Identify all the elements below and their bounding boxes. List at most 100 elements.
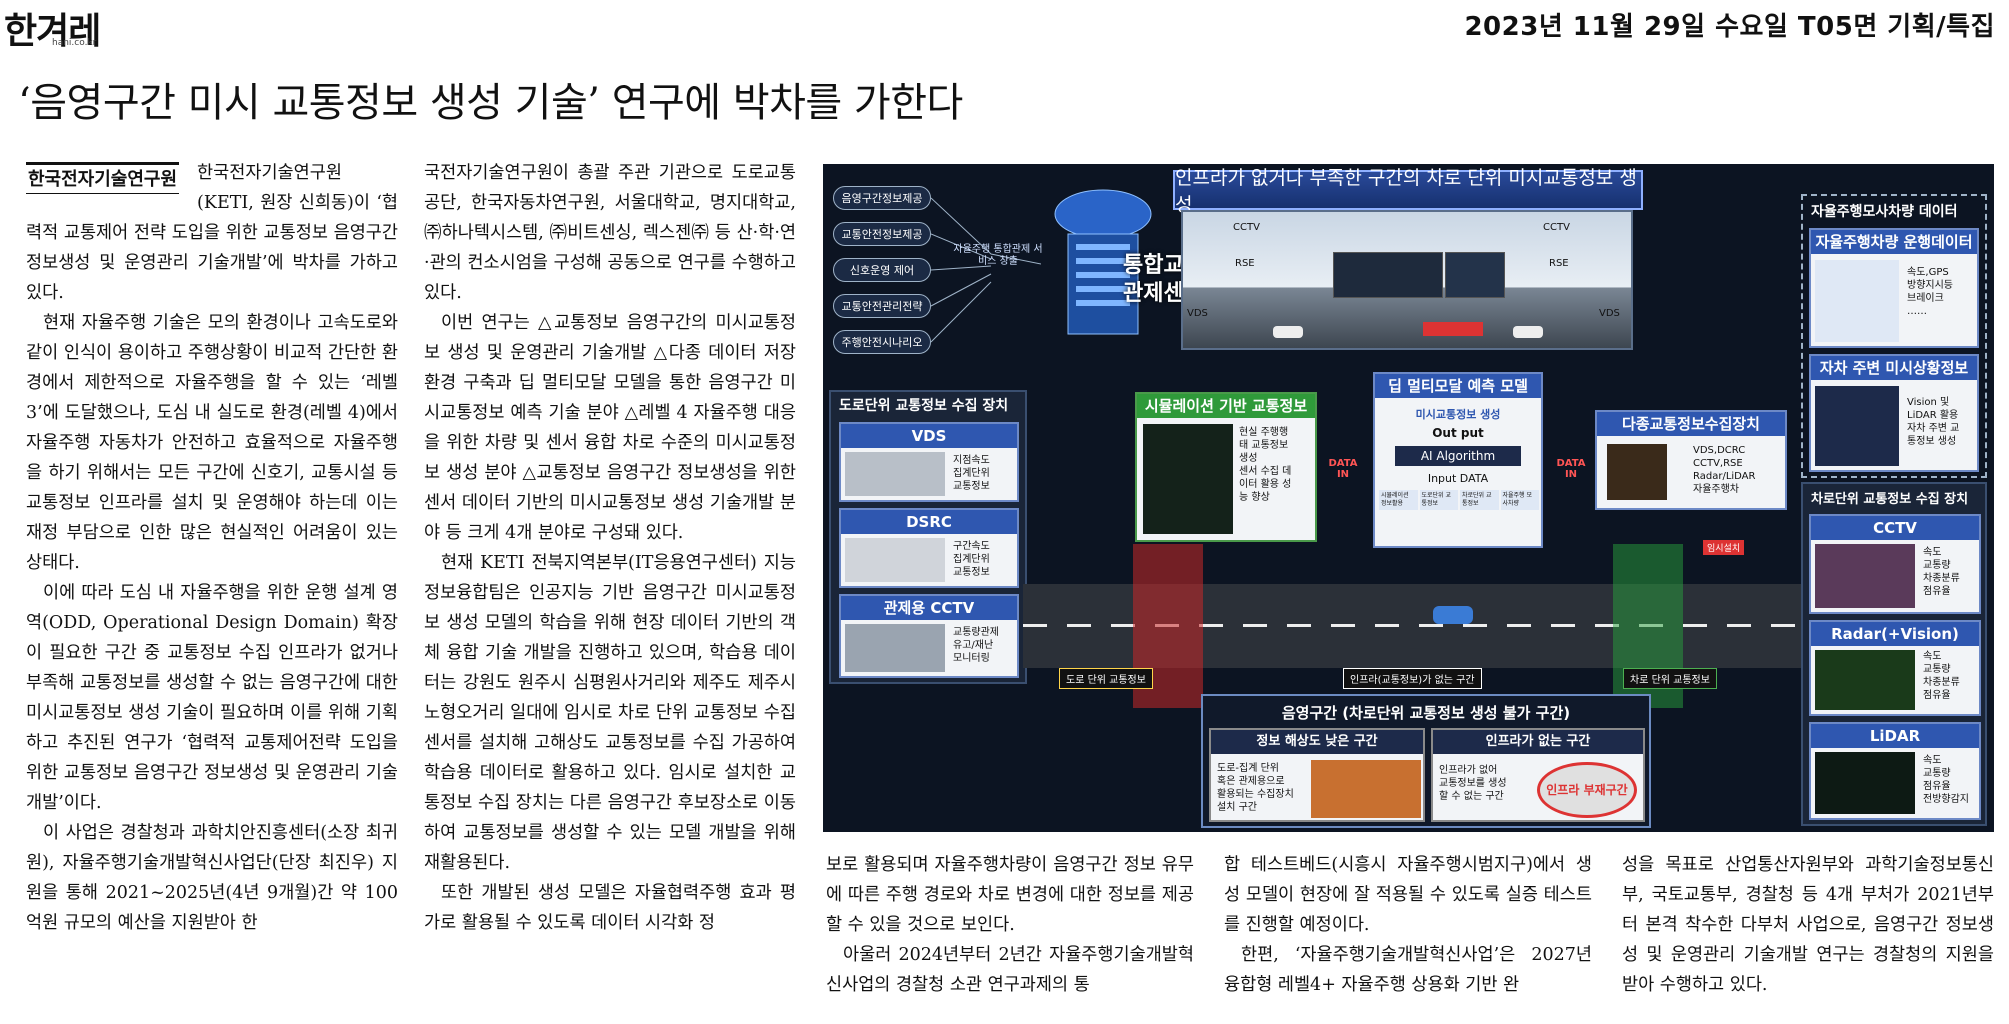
- card-item: 교통량: [1923, 560, 1951, 571]
- card-heading: LiDAR: [1811, 724, 1979, 748]
- service-pill: 주행안전시나리오: [833, 330, 931, 354]
- card-heading: 인프라가 없는 구간: [1433, 730, 1643, 754]
- scene-label: CCTV: [1543, 222, 1570, 233]
- center-overlay-text: 자율주행 통합관제 서비스 창출: [953, 244, 1043, 267]
- card-heading: DSRC: [841, 510, 1017, 534]
- ai-algorithm-box: AI Algorithm: [1395, 446, 1521, 466]
- article-column-4: 합 테스트베드(시흥시 자율주행시범지구)에서 생성 모델이 현장에 잘 적용될…: [1224, 850, 1592, 1000]
- card-heading: VDS: [841, 424, 1017, 448]
- card-lane-lidar: LiDAR 속도 교통량 점유율 전방향감지: [1809, 722, 1981, 820]
- simulation-panel: 시뮬레이션 기반 교통정보 현실 주행행 태 교통정보 생성 센서 수집 데 이…: [1135, 392, 1317, 542]
- autonomous-sim-panel: 자율주행모사차량 데이터 자율주행차량 운행데이터 속도,GPS 방향지시등 브…: [1801, 194, 1987, 478]
- panel-heading: 도로단위 교통정보 수집 장치: [831, 392, 1025, 418]
- article-column-3: 보로 활용되며 자율주행차량이 음영구간 정보 유무에 따른 주행 경로와 차로…: [826, 850, 1194, 1000]
- card-item: 교통량: [1923, 664, 1951, 675]
- card-item: 속도: [1923, 547, 1942, 558]
- card-heading: CCTV: [1811, 516, 1979, 540]
- card-cctv-control: 관제용 CCTV 교통량관제 유고/재난 모니터링: [839, 594, 1019, 678]
- card-item: 교통량관제: [953, 627, 999, 638]
- deep-input-item: 자율주행 모사차량: [1500, 490, 1539, 510]
- card-item: 도로-집계 단위: [1217, 763, 1279, 774]
- card-item: 교통정보를 생성: [1439, 778, 1507, 789]
- card-item: 통정보 생성: [1907, 436, 1957, 447]
- video-feed-image: [1333, 252, 1443, 298]
- lane-unit-panel: 차로단위 교통정보 수집 장치 CCTV 속도 교통량 차종분류 점유율 Rad…: [1801, 482, 1987, 826]
- scene-label: RSE: [1235, 258, 1255, 269]
- service-pill: 교통안전정보제공: [833, 222, 931, 246]
- card-autonomous-data: 자율주행차량 운행데이터 속도,GPS 방향지시등 브레이크 ……: [1809, 228, 1979, 348]
- paragraph: 보로 활용되며 자율주행차량이 음영구간 정보 유무에 따른 주행 경로와 차로…: [826, 855, 1194, 935]
- deep-input-item: 시뮬레이션 정보활용: [1379, 490, 1418, 510]
- car-icon: [1273, 326, 1303, 338]
- paragraph: 현재 KETI 전북지역본부(IT응용연구센터) 지능정보융합팀은 인공지능 기…: [424, 553, 796, 873]
- card-item: 이터 활용 성: [1239, 479, 1292, 490]
- card-heading: 시뮬레이션 기반 교통정보: [1137, 394, 1315, 418]
- road-unit-panel: 도로단위 교통정보 수집 장치 VDS 지점속도 집계단위 교통정보 DSRC …: [829, 390, 1027, 684]
- deep-input: Input DATA: [1427, 472, 1489, 485]
- device-photo: [1607, 444, 1667, 500]
- card-item: 설치 구간: [1217, 802, 1257, 813]
- card-dsrc: DSRC 구간속도 집계단위 교통정보: [839, 508, 1019, 588]
- card-item: 방향지시등: [1907, 280, 1953, 291]
- dateline: 2023년 11월 29일 수요일 T05면 기획/특집: [1464, 12, 1995, 42]
- card-item: 속도: [1923, 755, 1942, 766]
- card-item: 지점속도: [953, 455, 990, 466]
- scene-label: VDS: [1187, 308, 1208, 319]
- card-item: 브레이크: [1907, 293, 1944, 304]
- paragraph: 합 테스트베드(시흥시 자율주행시범지구)에서 생성 모델이 현장에 잘 적용될…: [1224, 855, 1592, 935]
- paragraph: 또한 개발된 생성 모델은 자율협력주행 효과 평가로 활용될 수 있도록 데이…: [424, 883, 796, 933]
- card-item: 능 향상: [1239, 492, 1270, 503]
- card-item: 점유율: [1923, 586, 1951, 597]
- card-item: 센서 수집 데: [1239, 466, 1292, 477]
- card-item: 자율주행차: [1693, 484, 1739, 495]
- road-strip: [1023, 544, 1801, 708]
- card-item: 집계단위: [953, 554, 990, 565]
- card-item: 차종분류: [1923, 573, 1960, 584]
- deep-output: Out put: [1432, 426, 1484, 440]
- cctv-photo: [1815, 544, 1915, 608]
- card-item: 속도,GPS: [1907, 267, 1949, 278]
- card-item: 현실 주행행: [1239, 427, 1289, 438]
- data-screen-image: [1815, 260, 1899, 342]
- card-item: 자차 주변 교: [1907, 423, 1960, 434]
- panel-heading: 자율주행모사차량 데이터: [1811, 204, 1958, 220]
- paragraph: 국전자기술연구원이 총괄 주관 기관으로 도로교통공단, 한국자동차연구원, 서…: [424, 163, 796, 303]
- card-heading: 딥 멀티모달 예측 모델: [1375, 374, 1541, 398]
- car-icon: [1433, 606, 1473, 624]
- no-infra-card: 인프라가 없는 구간 인프라가 없어 교통정보를 생성 할 수 없는 구간 인프…: [1431, 728, 1645, 822]
- card-item: 집계단위: [953, 468, 990, 479]
- temporary-install-label: 임시설치: [1703, 540, 1745, 555]
- scene-label: VDS: [1599, 308, 1620, 319]
- headline: ‘음영구간 미시 교통정보 생성 기술’ 연구에 박차를 가한다: [18, 80, 963, 126]
- road-scene-illustration: CCTV RSE VDS CCTV RSE VDS: [1181, 210, 1633, 350]
- radar-photo: [1815, 650, 1915, 710]
- card-heading: Radar(+Vision): [1811, 622, 1979, 646]
- road-photo: [845, 452, 945, 496]
- service-connector-lines: [931, 197, 1041, 343]
- service-pill: 신호운영 제어: [833, 258, 931, 282]
- card-item: 교통량: [1923, 768, 1951, 779]
- simulation-map-image: [1143, 424, 1233, 534]
- road-label: 도로 단위 교통정보: [1059, 668, 1153, 689]
- card-lane-radar: Radar(+Vision) 속도 교통량 차종분류 점유율: [1809, 620, 1981, 716]
- paragraph: 현재 자율주행 기술은 모의 환경이나 고속도로와 같이 인식이 용이하고 주행…: [26, 313, 398, 573]
- card-item: 할 수 없는 구간: [1439, 791, 1504, 802]
- card-heading: 자율주행차량 운행데이터: [1811, 230, 1977, 254]
- card-heading: 정보 해상도 낮은 구간: [1211, 730, 1423, 754]
- road-label: 차로 단위 교통정보: [1623, 668, 1717, 689]
- panel-heading-text: 도로단위 교통정보 수집 장치: [839, 398, 1009, 414]
- card-item: 점유율: [1923, 781, 1951, 792]
- card-item: 활용되는 수집장치: [1217, 789, 1294, 800]
- scene-label: CCTV: [1233, 222, 1260, 233]
- paragraph: 아울러 2024년부터 2년간 자율주행기술개발혁신사업의 경찰청 소관 연구과…: [826, 945, 1194, 995]
- card-lane-cctv: CCTV 속도 교통량 차종분류 점유율: [1809, 514, 1981, 614]
- paragraph: 한편, ‘자율주행기술개발혁신사업’은 2027년 융합형 레벨4+ 자율주행 …: [1224, 945, 1592, 995]
- paragraph: 이 사업은 경찰청과 과학치안진흥센터(소장 최귀원), 자율주행기술개발혁신사…: [26, 823, 398, 933]
- card-item: 구간속도: [953, 541, 990, 552]
- no-infra-circle: 인프라 부재구간: [1537, 762, 1637, 818]
- scene-label: RSE: [1549, 258, 1569, 269]
- shadow-zone-panel: 음영구간 (차로단위 교통정보 생성 불가 구간) 정보 해상도 낮은 구간 도…: [1201, 694, 1651, 828]
- article-column-2: 국전자기술연구원이 총괄 주관 기관으로 도로교통공단, 한국자동차연구원, 서…: [424, 158, 796, 938]
- data-in-label: DATA IN: [1556, 458, 1586, 480]
- card-item: 모니터링: [953, 653, 990, 664]
